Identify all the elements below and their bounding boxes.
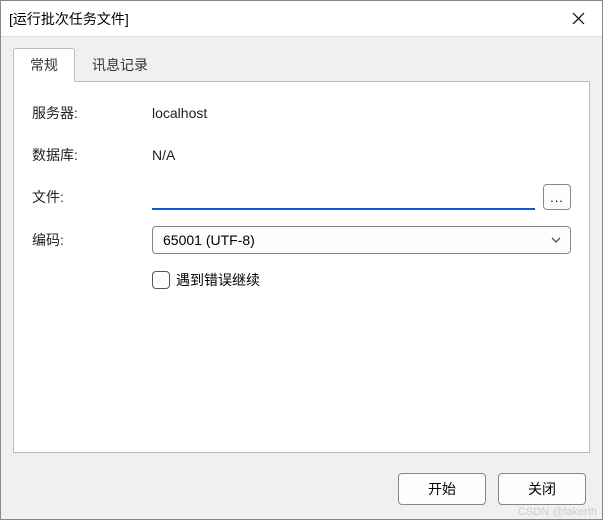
titlebar: [运行批次任务文件] bbox=[1, 1, 602, 37]
browse-label: ... bbox=[550, 190, 564, 205]
row-server: 服务器: localhost bbox=[32, 100, 571, 126]
database-value: N/A bbox=[152, 147, 175, 163]
file-label: 文件: bbox=[32, 187, 152, 207]
chevron-down-icon bbox=[550, 234, 562, 246]
close-icon bbox=[572, 12, 585, 25]
dialog-footer: 开始 关闭 bbox=[1, 463, 602, 519]
tab-general[interactable]: 常规 bbox=[13, 48, 75, 82]
file-input[interactable] bbox=[152, 184, 535, 210]
window-title: [运行批次任务文件] bbox=[9, 9, 556, 29]
row-continue-on-error: 遇到错误继续 bbox=[152, 270, 571, 290]
continue-on-error-checkbox[interactable] bbox=[152, 271, 170, 289]
close-button[interactable]: 关闭 bbox=[498, 473, 586, 505]
server-label: 服务器: bbox=[32, 103, 152, 123]
row-file: 文件: ... bbox=[32, 184, 571, 210]
tab-strip: 常规 讯息记录 bbox=[1, 37, 602, 81]
row-encoding: 编码: 65001 (UTF-8) bbox=[32, 226, 571, 254]
row-database: 数据库: N/A bbox=[32, 142, 571, 168]
encoding-select[interactable]: 65001 (UTF-8) bbox=[152, 226, 571, 254]
encoding-value: 65001 (UTF-8) bbox=[163, 232, 255, 248]
database-label: 数据库: bbox=[32, 145, 152, 165]
start-button[interactable]: 开始 bbox=[398, 473, 486, 505]
start-label: 开始 bbox=[428, 479, 456, 499]
tab-panel-general: 服务器: localhost 数据库: N/A 文件: ... 编码: 6500… bbox=[13, 81, 590, 453]
close-label: 关闭 bbox=[528, 479, 556, 499]
window-close-button[interactable] bbox=[556, 3, 600, 35]
tab-log[interactable]: 讯息记录 bbox=[75, 48, 165, 82]
continue-on-error-label: 遇到错误继续 bbox=[176, 270, 260, 290]
encoding-label: 编码: bbox=[32, 230, 152, 250]
browse-button[interactable]: ... bbox=[543, 184, 571, 210]
dialog-window: [运行批次任务文件] 常规 讯息记录 服务器: localhost 数据库: N… bbox=[0, 0, 603, 520]
server-value: localhost bbox=[152, 105, 207, 121]
